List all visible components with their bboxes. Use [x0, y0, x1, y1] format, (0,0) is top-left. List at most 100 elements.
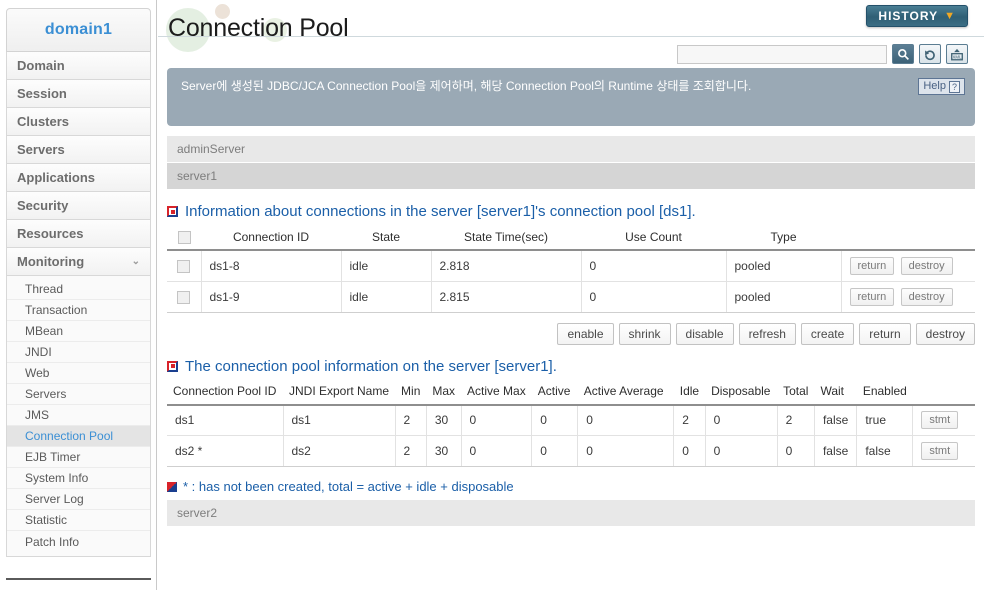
sidebar-item-label: Servers: [17, 142, 65, 157]
sidebar-item-servers-sub[interactable]: Servers: [7, 384, 150, 405]
sidebar-subitem-label: Server Log: [25, 492, 84, 506]
sidebar-inner: domain1 Domain Session Clusters Servers …: [6, 8, 151, 557]
sidebar-subitem-label: MBean: [25, 324, 64, 338]
select-all-checkbox[interactable]: [177, 230, 191, 244]
sidebar-subitem-label: JNDI: [25, 345, 52, 359]
sidebar-item-label: Resources: [17, 226, 84, 241]
chevron-down-icon: ⌄: [131, 256, 140, 267]
search-icon-button[interactable]: [892, 44, 914, 64]
sidebar-item-statistic[interactable]: Statistic: [7, 510, 150, 531]
cell-state-time: 2.815: [431, 281, 582, 313]
question-mark-icon: ?: [948, 80, 960, 93]
server-bar-server1[interactable]: server1: [167, 163, 975, 190]
sidebar-item-session[interactable]: Session: [6, 80, 151, 108]
cell-connection-id: ds1-8: [201, 250, 342, 282]
help-button[interactable]: Help ?: [918, 78, 965, 95]
sidebar: domain1 Domain Session Clusters Servers …: [0, 0, 157, 590]
sidebar-item-transaction[interactable]: Transaction: [7, 300, 150, 321]
cell-state: idle: [341, 281, 432, 313]
cell-wait: false: [814, 435, 858, 467]
column-wait: Wait: [814, 378, 857, 406]
cell-use-count: 0: [581, 250, 727, 282]
column-stmt-action: [912, 378, 975, 406]
sidebar-item-thread[interactable]: Thread: [7, 279, 150, 300]
destroy-button[interactable]: destroy: [915, 322, 975, 345]
sidebar-item-applications[interactable]: Applications: [6, 164, 151, 192]
page-title: Connection Pool: [168, 14, 349, 42]
refresh-icon: [925, 49, 935, 60]
row-checkbox[interactable]: [177, 259, 191, 273]
search-input[interactable]: [677, 44, 887, 64]
sidebar-item-ejb-timer[interactable]: EJB Timer: [7, 447, 150, 468]
sidebar-item-jndi[interactable]: JNDI: [7, 342, 150, 363]
server-bar-server2[interactable]: server2: [167, 500, 975, 527]
column-min: Min: [395, 378, 427, 406]
return-button[interactable]: return: [859, 322, 911, 345]
disable-button[interactable]: disable: [675, 322, 734, 345]
return-button[interactable]: return: [849, 256, 895, 275]
section-heading-text: The connection pool information on the s…: [185, 357, 557, 375]
page-header: Connection Pool HISTORY ▼ XML: [158, 0, 984, 68]
sidebar-item-resources[interactable]: Resources: [6, 220, 151, 248]
table-row: ds2 * ds2 2 30 0 0 0 0 0 0 false false s…: [167, 435, 975, 467]
pool-info-table: Connection Pool ID JNDI Export Name Min …: [167, 378, 975, 467]
column-state: State: [341, 224, 431, 251]
destroy-button[interactable]: destroy: [900, 287, 953, 306]
column-jndi-name: JNDI Export Name: [283, 378, 396, 406]
refresh-button[interactable]: refresh: [738, 322, 796, 345]
history-button-label: HISTORY: [878, 9, 939, 23]
cell-stmt-action: stmt: [912, 404, 975, 436]
stmt-button[interactable]: stmt: [921, 442, 959, 460]
create-button[interactable]: create: [800, 322, 855, 345]
column-active-average: Active Average: [577, 378, 674, 406]
cell-pool-id: ds1: [167, 404, 284, 436]
sidebar-item-patch-info[interactable]: Patch Info: [7, 531, 150, 552]
table-footnote: * : has not been created, total = active…: [167, 479, 975, 494]
shrink-button[interactable]: shrink: [618, 322, 671, 345]
server-bar-adminserver[interactable]: adminServer: [167, 136, 975, 163]
sidebar-item-monitoring[interactable]: Monitoring ⌄: [6, 248, 151, 276]
enable-button[interactable]: enable: [557, 322, 614, 345]
cell-active: 0: [531, 404, 579, 436]
cell-max: 30: [426, 404, 462, 436]
bullet-square-icon: [167, 206, 178, 217]
row-checkbox[interactable]: [177, 290, 191, 304]
sidebar-item-label: Security: [17, 198, 69, 213]
sidebar-item-domain[interactable]: Domain: [6, 52, 151, 80]
column-use-count: Use Count: [581, 224, 726, 251]
sidebar-item-jms[interactable]: JMS: [7, 405, 150, 426]
sidebar-item-label: Session: [17, 86, 67, 101]
bullet-square-icon: [167, 481, 177, 492]
refresh-button[interactable]: [919, 44, 941, 64]
sidebar-item-clusters[interactable]: Clusters: [6, 108, 151, 136]
sidebar-item-security[interactable]: Security: [6, 192, 151, 220]
xml-export-button[interactable]: XML: [946, 44, 968, 64]
history-button[interactable]: HISTORY ▼: [866, 5, 968, 27]
connections-table: Connection ID State State Time(sec) Use …: [167, 224, 975, 313]
sidebar-item-web[interactable]: Web: [7, 363, 150, 384]
stmt-button[interactable]: stmt: [921, 411, 959, 430]
sidebar-item-server-log[interactable]: Server Log: [7, 489, 150, 510]
cell-connection-id: ds1-9: [201, 281, 342, 313]
select-all-header: [167, 224, 201, 251]
info-banner: Server에 생성된 JDBC/JCA Connection Pool을 제어…: [167, 68, 975, 126]
sidebar-brand: domain1: [6, 8, 151, 52]
column-total: Total: [777, 378, 815, 406]
cell-active-average: 0: [577, 435, 675, 467]
cell-active: 0: [531, 435, 579, 467]
cell-total: 2: [777, 404, 815, 436]
destroy-button[interactable]: destroy: [900, 256, 953, 275]
return-button[interactable]: return: [849, 287, 895, 306]
sidebar-item-label: Clusters: [17, 114, 70, 129]
page-root: domain1 Domain Session Clusters Servers …: [0, 0, 984, 590]
sidebar-item-servers[interactable]: Servers: [6, 136, 151, 164]
column-pool-id: Connection Pool ID: [167, 378, 283, 406]
column-max: Max: [426, 378, 462, 406]
help-button-label: Help: [923, 80, 946, 92]
cell-min: 2: [395, 435, 427, 467]
sidebar-item-mbean[interactable]: MBean: [7, 321, 150, 342]
table-header-row: Connection ID State State Time(sec) Use …: [167, 224, 975, 251]
column-type: Type: [726, 224, 841, 251]
sidebar-item-system-info[interactable]: System Info: [7, 468, 150, 489]
sidebar-item-connection-pool[interactable]: Connection Pool: [7, 426, 150, 447]
